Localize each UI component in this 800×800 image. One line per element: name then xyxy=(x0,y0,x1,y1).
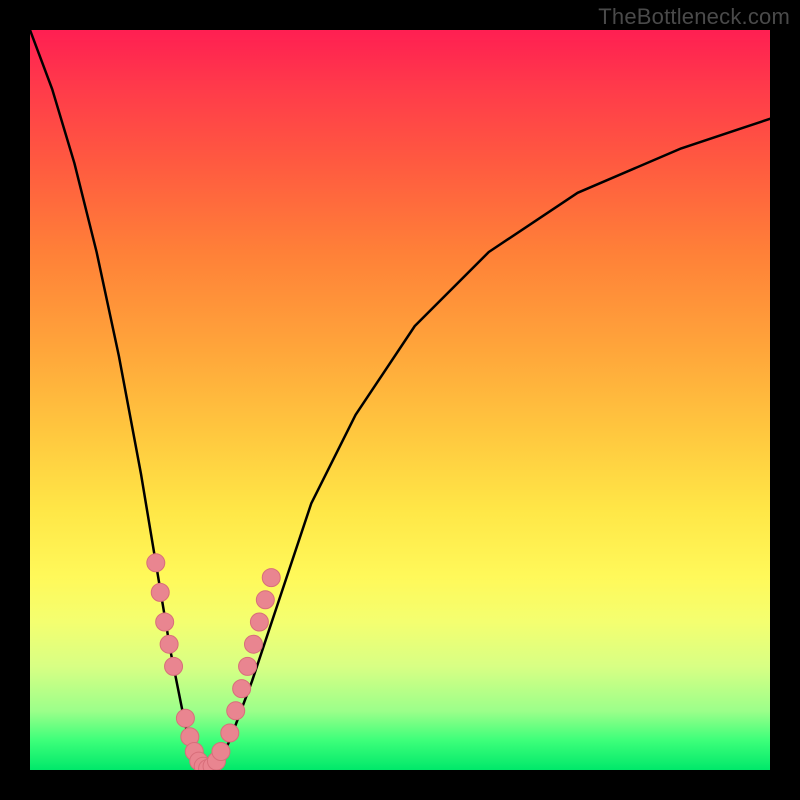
curve-marker xyxy=(151,583,169,601)
curve-marker xyxy=(239,657,257,675)
curve-marker xyxy=(221,724,239,742)
curve-marker xyxy=(147,554,165,572)
curve-marker xyxy=(227,702,245,720)
curve-marker xyxy=(250,613,268,631)
curve-marker xyxy=(244,635,262,653)
plot-area xyxy=(30,30,770,770)
chart-frame: TheBottleneck.com xyxy=(0,0,800,800)
watermark-text: TheBottleneck.com xyxy=(598,4,790,30)
curve-svg xyxy=(30,30,770,770)
curve-marker xyxy=(233,680,251,698)
curve-marker xyxy=(156,613,174,631)
curve-marker xyxy=(176,709,194,727)
curve-marker xyxy=(165,657,183,675)
curve-marker xyxy=(262,569,280,587)
curve-marker xyxy=(256,591,274,609)
curve-markers xyxy=(147,554,280,770)
curve-marker xyxy=(160,635,178,653)
curve-marker xyxy=(212,743,230,761)
bottleneck-curve xyxy=(30,30,770,770)
